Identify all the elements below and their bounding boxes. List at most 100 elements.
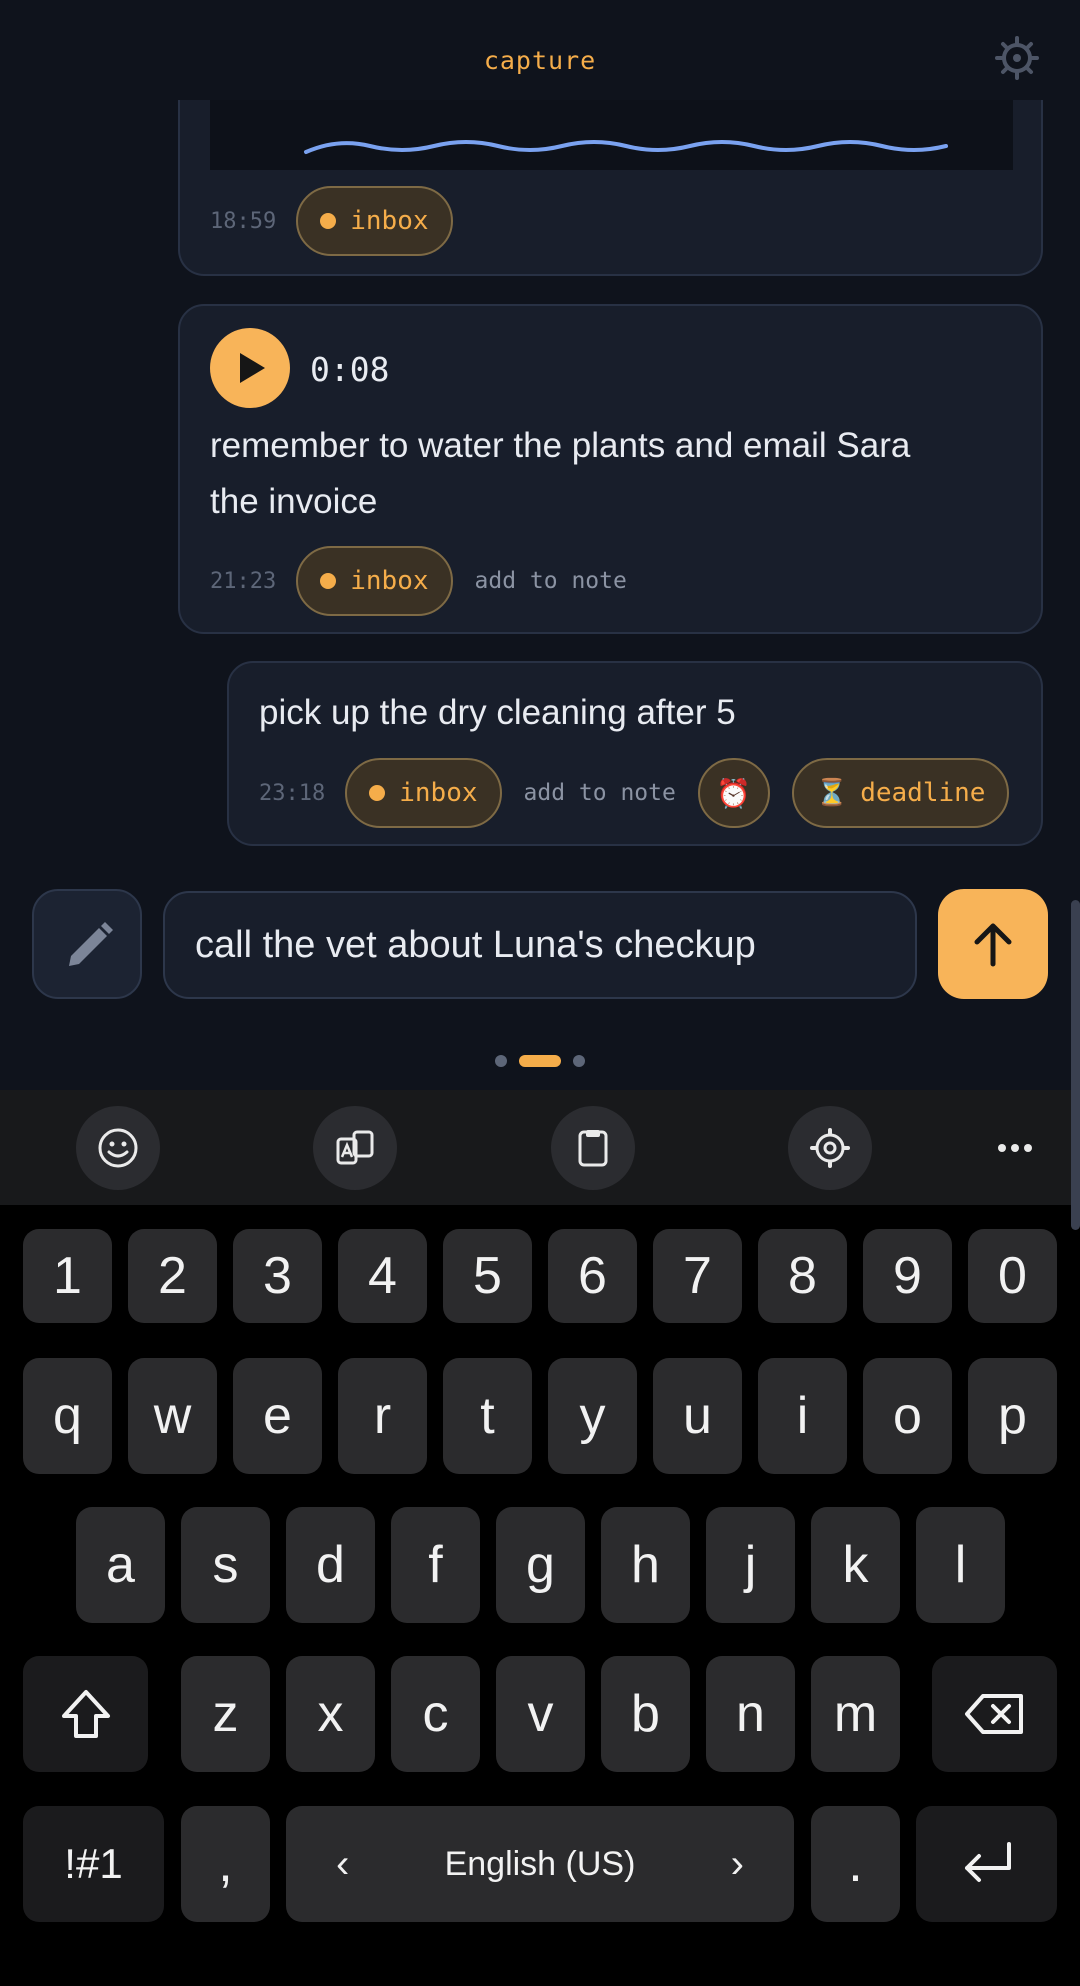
page-dot[interactable]: [573, 1055, 585, 1067]
inbox-tag[interactable]: inbox: [345, 758, 502, 828]
add-to-note-link[interactable]: add to note: [524, 780, 676, 806]
key-x[interactable]: x: [286, 1656, 375, 1772]
space-bar[interactable]: ‹ English (US) ›: [286, 1806, 794, 1922]
page-title: capture: [483, 46, 597, 75]
key-d[interactable]: d: [286, 1507, 375, 1623]
enter-key[interactable]: [916, 1806, 1057, 1922]
message-card-voice[interactable]: 0:08 remember to water the plants and em…: [178, 304, 1043, 634]
period-key[interactable]: .: [811, 1806, 900, 1922]
key-m[interactable]: m: [811, 1656, 900, 1772]
send-button[interactable]: [938, 889, 1048, 999]
message-card-text[interactable]: pick up the dry cleaning after 5 23:18 i…: [227, 661, 1043, 846]
play-button[interactable]: [210, 328, 290, 408]
key-1[interactable]: 1: [23, 1229, 112, 1323]
sketch-preview: [210, 100, 1013, 170]
inbox-tag-label: inbox: [350, 566, 429, 596]
key-b[interactable]: b: [601, 1656, 690, 1772]
key-z[interactable]: z: [181, 1656, 270, 1772]
space-language-label: English (US): [444, 1844, 636, 1883]
key-s[interactable]: s: [181, 1507, 270, 1623]
arrow-up-icon: [974, 923, 1012, 967]
key-y[interactable]: y: [548, 1358, 637, 1474]
message-input[interactable]: [195, 893, 895, 997]
edit-button[interactable]: [32, 889, 142, 999]
shift-arrow-icon: [61, 1690, 110, 1738]
message-text-line1: remember to water the plants and email S…: [210, 426, 911, 465]
key-j[interactable]: j: [706, 1507, 795, 1623]
language-next-icon[interactable]: ›: [731, 1842, 744, 1887]
more-icon: [998, 1144, 1032, 1152]
inbox-dot-icon: [320, 213, 337, 229]
key-t[interactable]: t: [443, 1358, 532, 1474]
key-a[interactable]: a: [76, 1507, 165, 1623]
translate-button[interactable]: [313, 1106, 397, 1190]
key-8[interactable]: 8: [758, 1229, 847, 1323]
enter-icon: [964, 1842, 1011, 1882]
message-time: 23:18: [259, 780, 326, 806]
alarm-clock-icon[interactable]: ⏰: [697, 758, 770, 828]
emoji-button[interactable]: [76, 1106, 160, 1190]
key-9[interactable]: 9: [863, 1229, 952, 1323]
key-p[interactable]: p: [968, 1358, 1057, 1474]
key-h[interactable]: h: [601, 1507, 690, 1623]
translate-icon: [336, 1130, 374, 1165]
key-6[interactable]: 6: [548, 1229, 637, 1323]
voice-duration: 0:08: [310, 350, 390, 389]
comma-key[interactable]: ,: [181, 1806, 270, 1922]
language-prev-icon[interactable]: ‹: [336, 1842, 349, 1887]
settings-icon: [810, 1128, 850, 1168]
scrollbar[interactable]: [1071, 900, 1080, 1230]
key-l[interactable]: l: [916, 1507, 1005, 1623]
key-e[interactable]: e: [233, 1358, 322, 1474]
inbox-dot-icon: [320, 573, 337, 589]
key-q[interactable]: q: [23, 1358, 112, 1474]
backspace-key[interactable]: [932, 1656, 1057, 1772]
clipboard-button[interactable]: [551, 1106, 635, 1190]
key-w[interactable]: w: [128, 1358, 217, 1474]
settings-cog-icon[interactable]: [993, 34, 1041, 82]
sketch-wave: [304, 140, 948, 154]
symbols-key[interactable]: !#1: [23, 1806, 164, 1922]
key-3[interactable]: 3: [233, 1229, 322, 1323]
shift-key[interactable]: [23, 1656, 148, 1772]
pencil-icon: [69, 922, 113, 966]
message-text-line2: the invoice: [210, 482, 378, 521]
key-o[interactable]: o: [863, 1358, 952, 1474]
key-g[interactable]: g: [496, 1507, 585, 1623]
page-indicator: [0, 1055, 1080, 1067]
key-v[interactable]: v: [496, 1656, 585, 1772]
keyboard-toolbar: [0, 1090, 1080, 1205]
key-i[interactable]: i: [758, 1358, 847, 1474]
inbox-dot-icon: [369, 785, 386, 801]
deadline-tag[interactable]: ⏳ deadline: [791, 758, 1010, 828]
key-0[interactable]: 0: [968, 1229, 1057, 1323]
key-2[interactable]: 2: [128, 1229, 217, 1323]
key-4[interactable]: 4: [338, 1229, 427, 1323]
hourglass-icon: ⏳: [815, 778, 849, 808]
key-u[interactable]: u: [653, 1358, 742, 1474]
keyboard-settings-button[interactable]: [788, 1106, 872, 1190]
key-r[interactable]: r: [338, 1358, 427, 1474]
key-n[interactable]: n: [706, 1656, 795, 1772]
app-header: capture: [0, 0, 1080, 100]
clipboard-icon: [578, 1130, 608, 1167]
page-dot-active[interactable]: [519, 1055, 561, 1067]
key-7[interactable]: 7: [653, 1229, 742, 1323]
inbox-tag-label: inbox: [399, 778, 478, 808]
play-icon: [240, 353, 265, 383]
key-k[interactable]: k: [811, 1507, 900, 1623]
inbox-tag[interactable]: inbox: [296, 546, 453, 616]
key-c[interactable]: c: [391, 1656, 480, 1772]
message-input-box[interactable]: [163, 891, 917, 999]
backspace-icon: [964, 1694, 1023, 1734]
key-5[interactable]: 5: [443, 1229, 532, 1323]
message-time: 21:23: [210, 568, 277, 594]
inbox-tag[interactable]: inbox: [296, 186, 453, 256]
add-to-note-link[interactable]: add to note: [475, 568, 627, 594]
key-f[interactable]: f: [391, 1507, 480, 1623]
page-dot[interactable]: [495, 1055, 507, 1067]
deadline-tag-label: deadline: [860, 778, 986, 808]
message-text: pick up the dry cleaning after 5: [259, 693, 736, 732]
message-time: 18:59: [210, 208, 277, 234]
more-button[interactable]: [980, 1120, 1050, 1176]
